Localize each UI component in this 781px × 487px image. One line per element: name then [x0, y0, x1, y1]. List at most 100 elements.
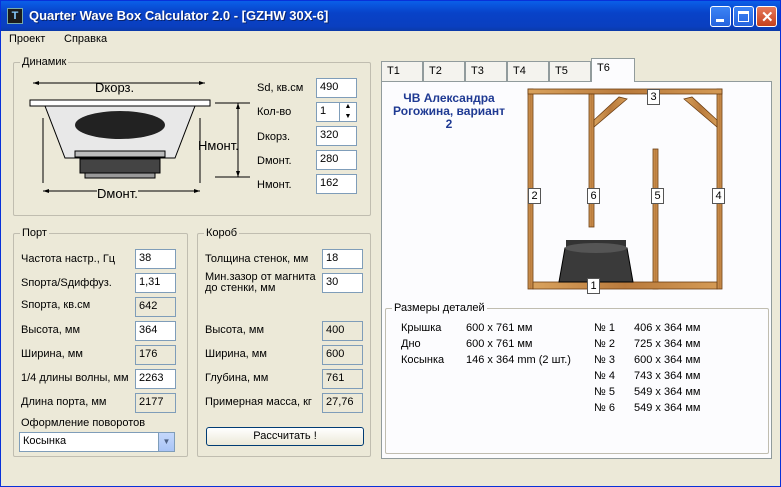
count-label: Кол-во	[257, 106, 292, 118]
dim-right-size: 406 х 364 мм	[634, 322, 701, 334]
menu-bar: Проект Справка	[1, 31, 780, 49]
speaker-legend: Динамик	[22, 56, 67, 68]
dkorz-input[interactable]: 320	[316, 126, 357, 146]
dmont-field-label: Dмонт.	[257, 155, 292, 167]
box-height-label: Высота, мм	[205, 324, 265, 336]
port-length-label: Длина порта, мм	[21, 396, 107, 408]
speaker-top	[565, 243, 627, 253]
port-area-label: Sпорта, кв.см	[21, 299, 91, 311]
port-freq-input[interactable]: 38	[135, 249, 176, 269]
wall-thickness-input[interactable]: 18	[322, 249, 363, 269]
calculate-button[interactable]: Рассчитать !	[206, 427, 364, 446]
wall-thickness-label: Толщина стенок, мм	[205, 253, 309, 265]
minimize-button[interactable]	[710, 6, 731, 27]
dim-right-size: 600 х 364 мм	[634, 354, 701, 366]
sd-input[interactable]: 490	[316, 78, 357, 98]
dims-legend: Размеры деталей	[394, 302, 485, 314]
box-width-value: 600	[322, 345, 363, 365]
port-length-value: 2177	[135, 393, 176, 413]
dim-right-size: 725 х 364 мм	[634, 338, 701, 350]
port-width-label: Ширина, мм	[21, 348, 83, 360]
hmont-field-label: Hмонт.	[257, 179, 292, 191]
dim-right-num: № 5	[594, 386, 615, 398]
tab-t4[interactable]: T4	[507, 61, 549, 81]
spin-down-icon[interactable]: ▼	[340, 112, 356, 121]
dim-right-num: № 3	[594, 354, 615, 366]
dim-left-name: Крышка	[401, 322, 442, 334]
tab-t3[interactable]: T3	[465, 61, 507, 81]
close-icon: ✕	[761, 9, 774, 26]
dim-left-name: Дно	[401, 338, 421, 350]
dmont-input[interactable]: 280	[316, 150, 357, 170]
minimize-icon	[716, 19, 724, 22]
close-button[interactable]: ✕	[756, 6, 777, 27]
magnet-gap-input[interactable]: 30	[322, 273, 363, 293]
design-author-title: ЧВ Александра Рогожина, вариант 2	[393, 91, 505, 131]
hmont-label: Hмонт.	[198, 138, 239, 153]
part-label-2: 2	[528, 188, 541, 204]
menu-help[interactable]: Справка	[64, 33, 107, 45]
port-height-label: Высота, мм	[21, 324, 81, 336]
title-bar[interactable]: T Quarter Wave Box Calculator 2.0 - [GZH…	[1, 1, 780, 31]
box-schematic	[527, 88, 723, 290]
port-freq-label: Частота настр., Гц	[21, 253, 116, 265]
box-depth-value: 761	[322, 369, 363, 389]
quarter-wave-input[interactable]: 2263	[135, 369, 176, 389]
menu-project[interactable]: Проект	[9, 33, 45, 45]
part-label-6: 6	[587, 188, 600, 204]
gusset-right	[683, 96, 718, 128]
quarter-wave-label: 1/4 длины волны, мм	[21, 372, 129, 384]
dim-right-size: 549 х 364 мм	[634, 386, 701, 398]
hmont-input[interactable]: 162	[316, 174, 357, 194]
count-spin-buttons[interactable]: ▲ ▼	[339, 102, 356, 122]
chevron-down-icon[interactable]: ▼	[158, 433, 174, 451]
box-legend: Короб	[206, 227, 238, 239]
box-mass-label: Примерная масса, кг	[205, 396, 312, 408]
port-ratio-input[interactable]: 1,31	[135, 273, 176, 293]
tab-t2[interactable]: T2	[423, 61, 465, 81]
part-dimensions-group: Размеры деталей	[385, 302, 769, 454]
dim-left-size: 146 x 364 mm (2 шт.)	[466, 354, 571, 366]
port-area-value: 642	[135, 297, 176, 317]
dim-right-size: 549 х 364 мм	[634, 402, 701, 414]
turns-select-value: Косынка	[23, 435, 67, 447]
turns-select[interactable]: Косынка	[19, 432, 175, 452]
part-label-3: 3	[647, 89, 660, 105]
speaker-basket	[558, 247, 634, 283]
dim-right-size: 743 х 364 мм	[634, 370, 701, 382]
app-icon: T	[7, 8, 23, 24]
box-depth-label: Глубина, мм	[205, 372, 269, 384]
box-mass-value: 27,76	[322, 393, 363, 413]
dim-left-name: Косынка	[401, 354, 445, 366]
dkorz-field-label: Dкорз.	[257, 131, 291, 143]
maximize-icon	[738, 11, 749, 22]
port-ratio-label: Sпорта/Sдиффуз.	[21, 277, 112, 289]
dim-right-num: № 2	[594, 338, 615, 350]
tab-t6[interactable]: T6	[591, 58, 635, 82]
magnet-gap-label: Мин.зазор от магнита до стенки, мм	[205, 271, 316, 294]
turns-label: Оформление поворотов	[21, 417, 146, 429]
window-title: Quarter Wave Box Calculator 2.0 - [GZHW …	[29, 8, 329, 23]
sd-label: Sd, кв.см	[257, 82, 304, 94]
panel-1-board	[532, 281, 718, 290]
tab-t5[interactable]: T5	[549, 61, 591, 81]
box-width-label: Ширина, мм	[205, 348, 267, 360]
dmont-label: Dмонт.	[97, 186, 138, 201]
dim-right-num: № 1	[594, 322, 615, 334]
app-window: T Quarter Wave Box Calculator 2.0 - [GZH…	[0, 0, 781, 487]
dim-left-size: 600 х 761 мм	[466, 338, 533, 350]
gusset-left	[593, 96, 628, 128]
part-label-1: 1	[587, 278, 600, 294]
dim-left-size: 600 х 761 мм	[466, 322, 533, 334]
spin-up-icon[interactable]: ▲	[340, 102, 356, 112]
maximize-button[interactable]	[733, 6, 754, 27]
port-width-value: 176	[135, 345, 176, 365]
tab-t1[interactable]: T1	[381, 61, 423, 81]
panel-3-board	[527, 88, 723, 95]
port-height-input[interactable]: 364	[135, 321, 176, 341]
dim-right-num: № 4	[594, 370, 615, 382]
port-legend: Порт	[22, 227, 47, 239]
box-height-value: 400	[322, 321, 363, 341]
panel-6-board	[588, 93, 595, 228]
part-label-4: 4	[712, 188, 725, 204]
